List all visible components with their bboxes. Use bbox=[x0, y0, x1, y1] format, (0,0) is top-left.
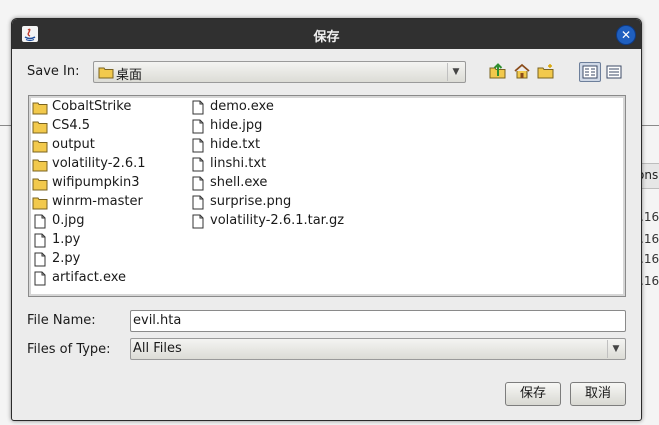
files-of-type-combobox[interactable]: All Files ▼ bbox=[130, 338, 626, 360]
background-cell: .168 bbox=[640, 252, 659, 266]
folder-icon bbox=[32, 100, 48, 115]
home-icon bbox=[514, 63, 530, 79]
files-of-type-label: Files of Type: bbox=[27, 342, 111, 357]
file-icon bbox=[190, 100, 206, 115]
file-name-text: 2.py bbox=[52, 251, 81, 266]
save-in-label: Save In: bbox=[27, 64, 80, 79]
background-cell: .168 bbox=[640, 274, 659, 288]
file-name-text: wifipumpkin3 bbox=[52, 175, 140, 190]
list-view-toggle[interactable] bbox=[579, 62, 601, 82]
save-in-combobox[interactable]: 桌面 ▼ bbox=[93, 61, 466, 83]
file-name-text: volatility-2.6.1 bbox=[52, 156, 146, 171]
chevron-down-icon[interactable]: ▼ bbox=[447, 63, 464, 81]
close-icon: ✕ bbox=[620, 28, 632, 42]
file-name-text: volatility-2.6.1.tar.gz bbox=[210, 213, 345, 228]
background-cell: .168 bbox=[640, 232, 659, 246]
file-icon bbox=[32, 233, 48, 248]
file-icon bbox=[32, 271, 48, 286]
file-name-text: hide.txt bbox=[210, 137, 261, 152]
folder-icon bbox=[32, 119, 48, 134]
file-icon bbox=[190, 138, 206, 153]
background-cell: .168 bbox=[640, 210, 659, 224]
file-name-text: surprise.png bbox=[210, 194, 292, 209]
background-divider bbox=[0, 125, 11, 126]
folder-icon bbox=[98, 67, 114, 79]
folder-icon bbox=[32, 195, 48, 210]
file-name-text: hide.jpg bbox=[210, 118, 263, 133]
files-of-type-value: All Files bbox=[133, 341, 182, 356]
file-name-text: CS4.5 bbox=[52, 118, 91, 133]
list-view-icon bbox=[582, 65, 598, 79]
file-name-text: CobaltStrike bbox=[52, 99, 132, 114]
file-icon bbox=[190, 214, 206, 229]
file-list[interactable]: CobaltStrike CS4.5 output volatility-2.6.1 w… bbox=[28, 95, 626, 297]
file-icon bbox=[190, 195, 206, 210]
title-bar[interactable]: 保存 ✕ bbox=[12, 19, 641, 49]
file-name-input[interactable] bbox=[133, 312, 619, 329]
file-icon bbox=[190, 119, 206, 134]
file-name-field[interactable] bbox=[130, 310, 626, 332]
folder-icon bbox=[32, 176, 48, 191]
file-icon bbox=[190, 157, 206, 172]
cancel-button[interactable]: 取消 bbox=[570, 382, 626, 406]
details-view-toggle[interactable] bbox=[603, 63, 625, 83]
new-folder-icon bbox=[537, 64, 554, 79]
file-icon bbox=[32, 252, 48, 267]
file-name-text: winrm-master bbox=[52, 194, 143, 209]
dialog-title: 保存 bbox=[313, 30, 340, 45]
folder-icon bbox=[32, 157, 48, 172]
file-name-label: File Name: bbox=[27, 313, 96, 328]
file-icon bbox=[190, 176, 206, 191]
details-view-icon bbox=[606, 65, 622, 79]
file-name-text: demo.exe bbox=[210, 99, 274, 114]
chevron-down-icon[interactable]: ▼ bbox=[607, 340, 624, 358]
save-in-value: 桌面 bbox=[116, 68, 143, 83]
file-name-text: linshi.txt bbox=[210, 156, 267, 171]
file-name-text: output bbox=[52, 137, 95, 152]
new-folder-button[interactable] bbox=[535, 63, 557, 83]
file-name-text: 1.py bbox=[52, 232, 81, 247]
save-button[interactable]: 保存 bbox=[505, 382, 561, 406]
up-one-level-button[interactable] bbox=[487, 63, 509, 83]
background-divider bbox=[640, 125, 659, 126]
file-icon bbox=[32, 214, 48, 229]
folder-icon bbox=[32, 138, 48, 153]
save-dialog: 保存 ✕ Save In: 桌面 ▼ CobaltStrike CS4.5 ou… bbox=[11, 18, 642, 421]
file-name-text: shell.exe bbox=[210, 175, 268, 190]
close-button[interactable]: ✕ bbox=[616, 25, 636, 45]
file-name-text: artifact.exe bbox=[52, 270, 127, 285]
file-name-text: 0.jpg bbox=[52, 213, 85, 228]
folder-up-icon bbox=[489, 63, 506, 79]
home-button[interactable] bbox=[511, 63, 533, 83]
